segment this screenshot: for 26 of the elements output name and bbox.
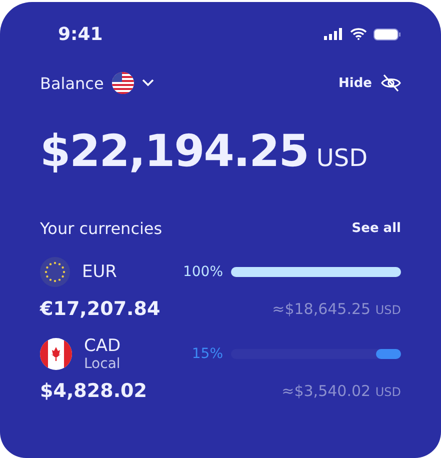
balance-amount: $22,194.25 (40, 126, 308, 177)
share-percent: 15% (192, 346, 223, 362)
status-time: 9:41 (58, 24, 103, 44)
chevron-down-icon[interactable] (142, 79, 154, 87)
currency-amount: $4,828.02 (40, 380, 147, 402)
share-percent: 100% (182, 264, 223, 280)
wifi-icon (350, 28, 367, 40)
balance-currency: USD (316, 144, 368, 172)
signal-icon (324, 28, 344, 40)
currency-amount: €17,207.84 (40, 298, 160, 320)
converted-unit: USD (375, 385, 401, 399)
converted-amount: ≈$3,540.02 (282, 382, 371, 400)
flag-icon (40, 257, 70, 287)
flag-icon[interactable] (112, 72, 134, 94)
see-all-link[interactable]: See all (352, 220, 401, 236)
currency-subtitle: Local (84, 356, 122, 372)
converted-amount: ≈$18,645.25 (272, 300, 371, 318)
flag-icon (40, 338, 72, 370)
balance-label: Balance (40, 74, 104, 92)
eye-off-icon (381, 74, 401, 92)
section-title: Your currencies (40, 218, 162, 238)
currency-code: CAD (84, 336, 122, 356)
converted-unit: USD (375, 303, 401, 317)
battery-icon (373, 28, 401, 40)
currency-code: EUR (82, 262, 118, 282)
hide-button[interactable]: Hide (338, 74, 401, 92)
